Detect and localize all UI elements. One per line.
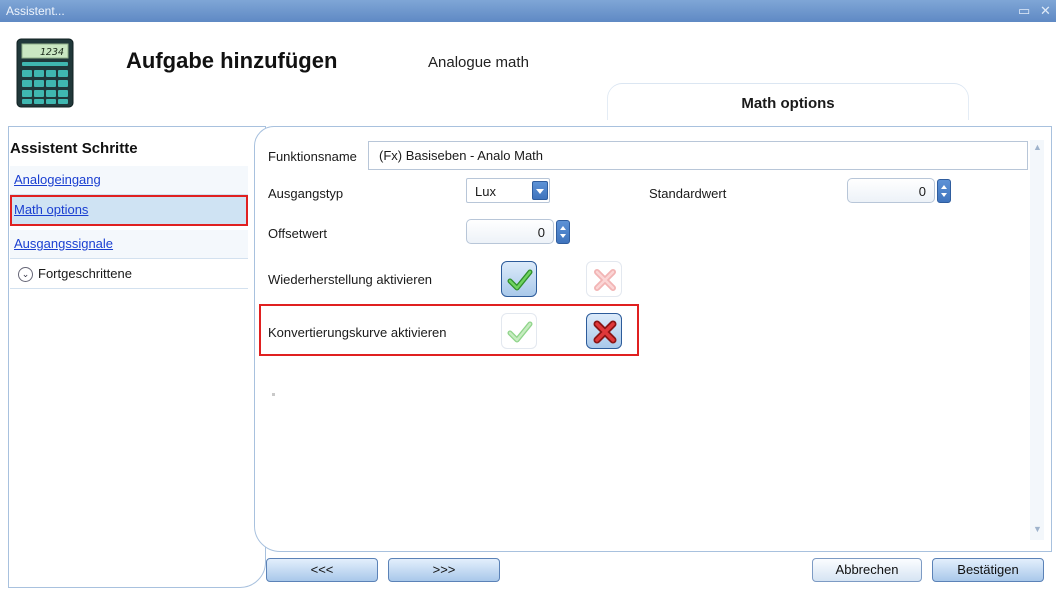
calculator-display: 1234 <box>40 47 64 58</box>
scroll-down-icon[interactable]: ▼ <box>1033 524 1042 534</box>
curve-enable-toggle[interactable] <box>501 313 537 349</box>
offset-input[interactable]: 0 <box>466 219 570 244</box>
scrollbar[interactable]: ▲ ▼ <box>1030 140 1044 540</box>
window-title: Assistent... <box>6 4 65 18</box>
restore-label: Wiederherstellung aktivieren <box>268 272 433 287</box>
function-name-input[interactable]: (Fx) Basiseben - Analo Math <box>368 141 1028 170</box>
maximize-icon[interactable]: ▭ <box>1018 3 1030 19</box>
default-value: 0 <box>918 184 926 199</box>
placeholder-dot <box>272 393 275 396</box>
step-item-analogeingang[interactable]: Analogeingang <box>10 166 248 195</box>
advanced-label: Fortgeschrittene <box>38 266 132 281</box>
function-name-value: (Fx) Basiseben - Analo Math <box>379 148 544 163</box>
step-item-ausgangssignale[interactable]: Ausgangssignale <box>10 230 248 259</box>
default-value-spinner[interactable] <box>937 179 951 203</box>
close-icon[interactable]: ✕ <box>1040 3 1051 19</box>
advanced-section[interactable]: ⌄ Fortgeschrittene <box>10 260 248 289</box>
cancel-button[interactable]: Abbrechen <box>812 558 922 582</box>
page-title: Aufgabe hinzufügen <box>126 48 338 73</box>
scroll-up-icon[interactable]: ▲ <box>1033 142 1042 152</box>
prev-button[interactable]: <<< <box>266 558 378 582</box>
tab-math-options[interactable]: Math options <box>608 84 968 120</box>
output-type-label: Ausgangstyp <box>268 186 344 201</box>
output-type-select[interactable]: Lux <box>466 178 550 203</box>
output-type-value: Lux <box>475 184 496 199</box>
offset-value: 0 <box>537 225 545 240</box>
cross-icon <box>594 269 616 291</box>
steps-title: Assistent Schritte <box>10 140 138 157</box>
offset-label: Offsetwert <box>268 226 328 241</box>
next-button[interactable]: >>> <box>388 558 500 582</box>
restore-enable-toggle[interactable] <box>501 261 537 297</box>
dropdown-arrow-icon[interactable] <box>532 181 548 200</box>
restore-disable-toggle[interactable] <box>586 261 622 297</box>
function-name-label: Funktionsname <box>268 149 357 164</box>
confirm-button[interactable]: Bestätigen <box>932 558 1044 582</box>
curve-disable-toggle[interactable] <box>586 313 622 349</box>
checkmark-icon <box>507 269 533 291</box>
chevron-down-icon[interactable]: ⌄ <box>18 267 33 282</box>
default-value-label: Standardwert <box>649 186 727 201</box>
math-options-highlight <box>10 195 248 226</box>
step-link-ausgangssignale[interactable]: Ausgangssignale <box>14 236 113 251</box>
page-subtitle: Analogue math <box>428 54 529 71</box>
default-value-input[interactable]: 0 <box>847 178 951 203</box>
curve-label: Konvertierungskurve aktivieren <box>268 325 447 340</box>
calculator-icon: 1234 <box>16 38 74 108</box>
step-link-analogeingang[interactable]: Analogeingang <box>14 172 101 187</box>
checkmark-icon <box>507 321 533 343</box>
cross-icon <box>593 320 617 344</box>
window-titlebar: Assistent... ▭ ✕ <box>0 0 1056 22</box>
offset-spinner[interactable] <box>556 220 570 244</box>
